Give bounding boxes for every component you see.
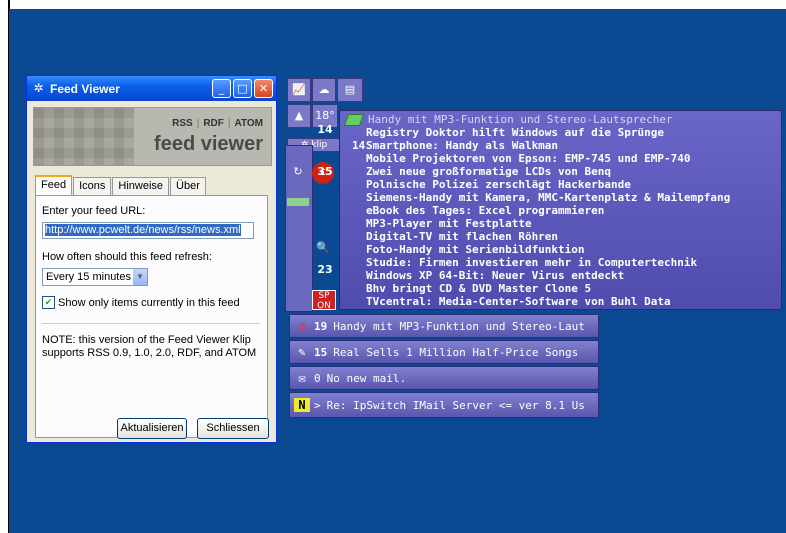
- feed-viewer-banner: RSS | RDF | ATOM feed viewer: [33, 107, 272, 166]
- green-bar-icon: [287, 198, 309, 206]
- headline-text: Windows XP 64-Bit: Neuer Virus entdeckt: [366, 269, 625, 282]
- format-rdf: RDF: [203, 118, 224, 129]
- headline-item[interactable]: eBook des Tages: Excel programmieren: [346, 204, 781, 217]
- chart-icon[interactable]: 📈: [287, 78, 311, 102]
- klip-row-heise[interactable]: ⊜ 19 Handy mit MP3-Funktion und Stereo-L…: [289, 314, 599, 338]
- only-current-checkbox[interactable]: ✔ Show only items currently in this feed: [42, 296, 240, 309]
- tab-feed[interactable]: Feed: [35, 175, 73, 195]
- klip-headline: Real Sells 1 Million Half-Price Songs: [333, 345, 579, 359]
- feed-viewer-window: ✲ Feed Viewer _ □ ✕ RSS | RDF | ATOM feed vi…: [26, 75, 277, 443]
- klip-count: 0: [314, 371, 321, 385]
- headline-item[interactable]: Polnische Polizei zerschlägt Hackerbande: [346, 178, 781, 191]
- chevron-down-icon[interactable]: ▼: [133, 269, 147, 285]
- refresh-label: How often should this feed refresh:: [42, 251, 212, 263]
- headline-item[interactable]: Foto-Handy mit Serienbildfunktion: [346, 243, 781, 256]
- headline-text: Polnische Polizei zerschlägt Hackerbande: [366, 178, 631, 191]
- klip-headline: Handy mit MP3-Funktion und Stereo-Laut: [333, 319, 585, 333]
- format-rss: RSS: [172, 118, 193, 129]
- headline-text: Digital-TV mit flachen Röhren: [366, 230, 559, 243]
- checkbox-icon[interactable]: ✔: [42, 296, 55, 309]
- mountain-icon[interactable]: ▲: [287, 104, 311, 128]
- side-count-3: 23: [317, 263, 333, 276]
- headline-popup: Handy mit MP3-Funktion und Stereo-Lautsp…: [339, 110, 782, 310]
- headline-text: Mobile Projektoren von Epson: EMP-745 un…: [366, 152, 691, 165]
- headline-list: Registry Doktor hilft Windows auf die Sp…: [346, 126, 781, 308]
- headline-item[interactable]: TVcentral: Media-Center-Software von Buh…: [346, 295, 781, 308]
- support-note: NOTE: this version of the Feed Viewer Kl…: [42, 334, 257, 359]
- minimize-button[interactable]: _: [212, 79, 231, 98]
- refresh-select[interactable]: Every 15 minutes ▼: [42, 268, 148, 286]
- headline-text: Studie: Firmen investieren mehr in Compu…: [366, 256, 698, 269]
- klip-headline: No new mail.: [326, 371, 407, 385]
- checkbox-label: Show only items currently in this feed: [58, 296, 240, 309]
- headline-item[interactable]: Zwei neue großformatige LCDs von Benq: [346, 165, 781, 178]
- klip-headline: Re: IpSwitch IMail Server <= ver 8.1 Us: [326, 398, 585, 412]
- klip-row-news[interactable]: N > Re: IpSwitch IMail Server <= ver 8.1…: [289, 392, 599, 418]
- headline-text: MP3-Player mit Festplatte: [366, 217, 532, 230]
- close-dialog-button[interactable]: Schliessen: [197, 418, 269, 439]
- heise-icon: ⊜: [298, 319, 306, 333]
- headline-text: Foto-Handy mit Serienbildfunktion: [366, 243, 585, 256]
- search-icon[interactable]: 🔍: [312, 238, 334, 260]
- headline-item[interactable]: Siemens-Handy mit Kamera, MMC-Kartenplat…: [346, 191, 781, 204]
- refresh-button[interactable]: Aktualisieren: [117, 418, 187, 439]
- maximize-button[interactable]: □: [233, 79, 252, 98]
- headline-count: 14: [352, 139, 366, 152]
- klip-count: >: [314, 398, 321, 412]
- headline-text: eBook des Tages: Excel programmieren: [366, 204, 605, 217]
- headline-text: TVcentral: Media-Center-Software von Buh…: [366, 295, 671, 308]
- popup-header[interactable]: Handy mit MP3-Funktion und Stereo-Lautsp…: [343, 113, 781, 126]
- banner-logo: feed viewer: [154, 133, 263, 155]
- app-icon: ✲: [33, 81, 44, 95]
- spiegel-online-icon[interactable]: SP ON: [312, 290, 336, 311]
- headline-item[interactable]: Registry Doktor hilft Windows auf die Sp…: [346, 126, 781, 139]
- headline-item[interactable]: MP3-Player mit Festplatte: [346, 217, 781, 230]
- headline-text: Bhv bringt CD & DVD Master Clone 5: [366, 282, 592, 295]
- side-count-1: 14: [317, 123, 333, 136]
- refresh-value: Every 15 minutes: [46, 271, 131, 283]
- popup-header-text: Handy mit MP3-Funktion und Stereo-Lautsp…: [368, 113, 673, 126]
- format-atom: ATOM: [234, 118, 263, 129]
- klip-count: 19: [314, 319, 328, 333]
- headline-text: Siemens-Handy mit Kamera, MMC-Kartenplat…: [366, 191, 731, 204]
- klip-row-songs[interactable]: ✎ 15 Real Sells 1 Million Half-Price Son…: [289, 340, 599, 364]
- klip-count: 15: [314, 345, 328, 359]
- tab-strip: Feed Icons Hinweise Über: [35, 175, 207, 195]
- url-label: Enter your feed URL:: [42, 205, 146, 217]
- format-list: RSS | RDF | ATOM: [172, 118, 263, 129]
- close-button[interactable]: ✕: [254, 79, 273, 98]
- feed-icon: [343, 113, 365, 126]
- headline-text: Registry Doktor hilft Windows auf die Sp…: [366, 126, 665, 139]
- tab-icons[interactable]: Icons: [73, 177, 112, 195]
- headline-text: Zwei neue großformatige LCDs von Benq: [366, 165, 612, 178]
- side-count-2: 35: [317, 165, 333, 178]
- tag-icon: ✎: [298, 345, 306, 359]
- headline-item[interactable]: Mobile Projektoren von Epson: EMP-745 un…: [346, 152, 781, 165]
- news-icon: N: [294, 398, 310, 412]
- tab-hinweise[interactable]: Hinweise: [112, 177, 170, 195]
- feed-url-input[interactable]: http://www.pcwelt.de/news/rss/news.xml: [42, 222, 254, 239]
- mail-icon: ✉: [298, 371, 306, 385]
- feed-icon[interactable]: ▤: [337, 78, 363, 102]
- window-title: Feed Viewer: [50, 81, 120, 96]
- headline-text: Smartphone: Handy als Walkman: [366, 139, 559, 152]
- feed-url-value: http://www.pcwelt.de/news/rss/news.xml: [45, 224, 241, 236]
- feed-panel: Enter your feed URL: http://www.pcwelt.d…: [35, 195, 268, 438]
- headline-item[interactable]: Digital-TV mit flachen Röhren: [346, 230, 781, 243]
- headline-item[interactable]: Bhv bringt CD & DVD Master Clone 5: [346, 282, 781, 295]
- weather-icon[interactable]: ☁: [312, 78, 336, 102]
- tab-ueber[interactable]: Über: [170, 177, 206, 195]
- headline-item[interactable]: 14 Smartphone: Handy als Walkman: [346, 139, 781, 152]
- divider: [42, 323, 260, 324]
- refresh-icon[interactable]: ↻: [287, 162, 309, 184]
- title-bar[interactable]: ✲ Feed Viewer _ □ ✕: [27, 76, 276, 101]
- banner-mosaic: [34, 108, 134, 165]
- headline-item[interactable]: Windows XP 64-Bit: Neuer Virus entdeckt: [346, 269, 781, 282]
- headline-item[interactable]: Studie: Firmen investieren mehr in Compu…: [346, 256, 781, 269]
- klip-row-mail[interactable]: ✉ 0 No new mail.: [289, 366, 599, 390]
